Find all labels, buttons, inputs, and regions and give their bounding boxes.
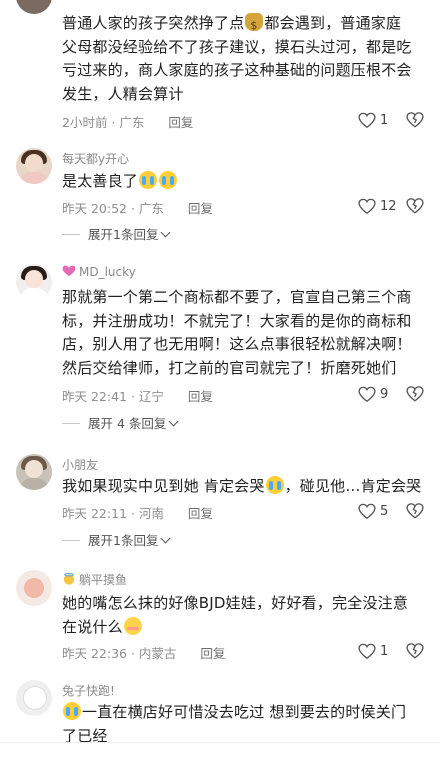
- expand-replies-button[interactable]: 展开1条回复: [62, 530, 171, 549]
- comment-text: 那就第一个第二个商标都不要了，官宣自己第三个商标，并注册成功！不就完了！大家看的…: [62, 288, 412, 377]
- comment-text: 普通人家的孩子突然挣了点都会遇到，普通家庭父母都没经验给不了孩子建议，摸石头过河…: [62, 12, 412, 106]
- comment-time: 昨天 22:11 · 河南: [62, 506, 164, 521]
- broken-heart-icon[interactable]: [406, 111, 424, 129]
- comment-text: 是太善良了: [62, 170, 412, 194]
- avatar[interactable]: [16, 264, 52, 300]
- like-count: 5: [380, 503, 389, 519]
- comment-text: 一直在横店好可惜没去吃过 想到要去的时侯关门了已经: [62, 702, 407, 745]
- crying-emoji: [265, 476, 284, 494]
- heart-badge-icon: [62, 265, 76, 277]
- avatar[interactable]: [16, 570, 52, 606]
- like-count: 1: [380, 643, 389, 659]
- avatar[interactable]: [16, 680, 52, 716]
- divider-line: [62, 423, 80, 424]
- username[interactable]: 兔子快跑!: [62, 682, 115, 699]
- username[interactable]: 躺平摸鱼: [62, 571, 127, 588]
- comment-time: 2小时前 · 广东: [62, 115, 145, 130]
- chevron-down-icon: [161, 533, 171, 544]
- username[interactable]: 每天都y开心: [62, 150, 129, 167]
- comment-meta: 昨天 20:52 · 广东 回复: [62, 198, 213, 217]
- heart-icon: [358, 503, 376, 519]
- comment-text: 我如果现实中见到她 肯定会哭 ，碰见他…肯定会哭: [62, 476, 422, 495]
- crying-emoji: [63, 702, 81, 720]
- like-button[interactable]: 1: [358, 110, 388, 130]
- username[interactable]: MD_lucky: [62, 265, 136, 279]
- blushing-emoji: [123, 616, 142, 635]
- broken-heart-icon[interactable]: [406, 385, 424, 403]
- bottom-divider: [0, 742, 440, 743]
- crying-emoji: [159, 171, 178, 189]
- reply-button[interactable]: 回复: [188, 506, 213, 521]
- comment-time: 昨天 20:52 · 广东: [62, 201, 164, 216]
- like-count: 12: [380, 198, 397, 214]
- like-button[interactable]: 1: [358, 641, 388, 661]
- chevron-down-icon: [168, 416, 179, 427]
- avatar[interactable]: [16, 0, 52, 14]
- heart-icon: [358, 198, 376, 214]
- comment-meta: 昨天 22:41 · 辽宁 回复: [62, 386, 213, 405]
- chevron-down-icon: [161, 227, 171, 238]
- broken-heart-icon[interactable]: [406, 642, 424, 660]
- like-button[interactable]: 5: [358, 501, 388, 521]
- broken-heart-icon[interactable]: [406, 197, 424, 215]
- like-button[interactable]: 9: [358, 384, 388, 404]
- reply-button[interactable]: 回复: [168, 115, 193, 130]
- expand-replies-button[interactable]: 展开1条回复: [62, 224, 171, 243]
- like-count: 1: [380, 112, 389, 128]
- avatar[interactable]: [16, 454, 52, 490]
- reply-button[interactable]: 回复: [188, 389, 213, 404]
- money-bag-emoji: [245, 13, 264, 38]
- heart-icon: [358, 643, 376, 659]
- comment-time: 昨天 22:36 · 内蒙古: [62, 646, 177, 661]
- avatar[interactable]: [16, 148, 52, 184]
- like-button[interactable]: 12: [358, 196, 397, 216]
- heart-icon: [358, 386, 376, 402]
- crying-emoji: [139, 171, 158, 189]
- reply-button[interactable]: 回复: [188, 201, 213, 216]
- divider-line: [62, 234, 80, 235]
- divider-line: [62, 540, 80, 541]
- comment-meta: 昨天 22:11 · 河南 回复: [62, 503, 213, 522]
- comment-time: 昨天 22:41 · 辽宁: [62, 389, 164, 404]
- reply-button[interactable]: 回复: [200, 646, 225, 661]
- broken-heart-icon[interactable]: [406, 502, 424, 520]
- like-count: 9: [380, 386, 389, 402]
- comment-text: 她的嘴怎么抹的好像BJD娃娃，好好看，完全没注意在说什么: [62, 594, 409, 636]
- comment-meta: 2小时前 · 广东 回复: [62, 112, 193, 131]
- username[interactable]: 小朋友: [62, 456, 98, 473]
- heart-icon: [358, 112, 376, 128]
- expand-replies-button[interactable]: 展开 4 条回复: [62, 413, 179, 432]
- smiling-face-badge-icon: [63, 573, 75, 585]
- comment-meta: 昨天 22:36 · 内蒙古 回复: [62, 643, 225, 662]
